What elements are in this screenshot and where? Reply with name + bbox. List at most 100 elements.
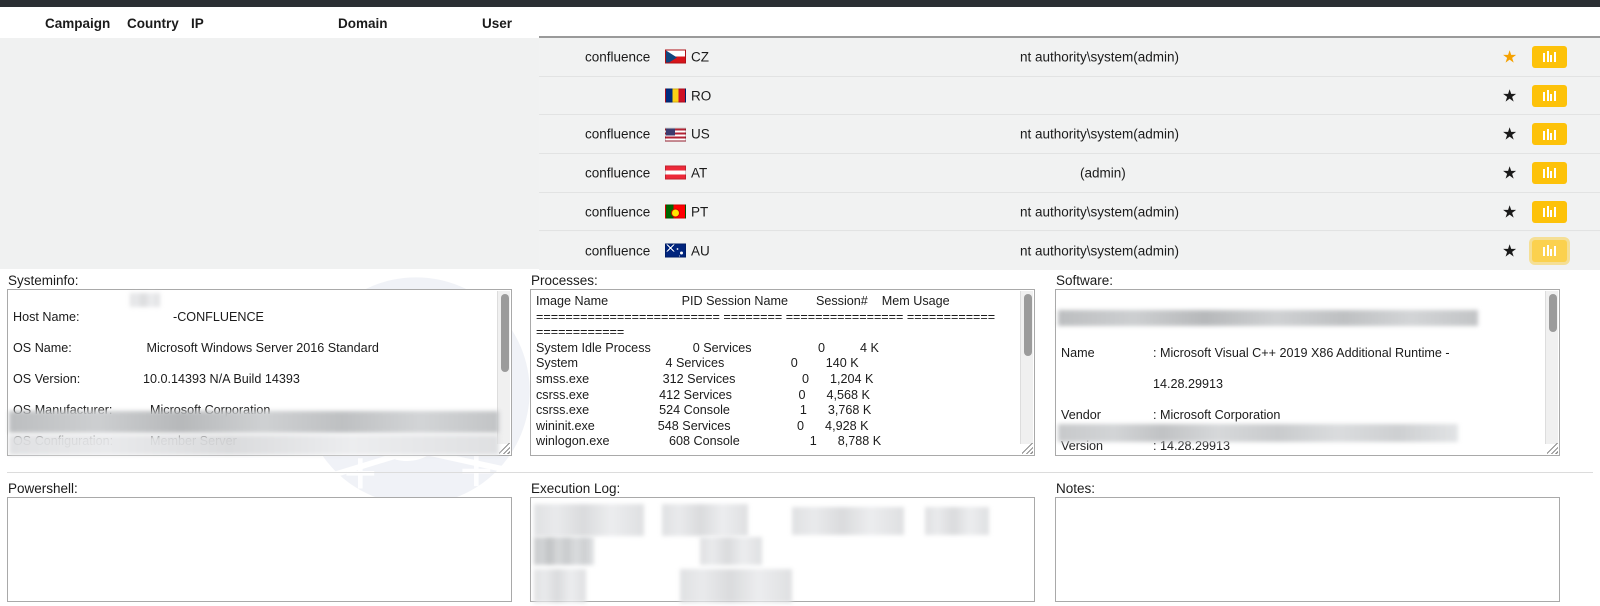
column-header-user[interactable]: User	[482, 16, 512, 31]
cell-country: CZ	[665, 49, 709, 64]
powershell-input[interactable]	[7, 497, 512, 602]
cell-country: RO	[665, 88, 711, 103]
stats-button[interactable]	[1532, 200, 1567, 223]
software-value: : Microsoft Visual C++ 2019 X86 Addition…	[1153, 345, 1450, 360]
flag-au-icon	[665, 243, 686, 258]
cell-country: AU	[665, 243, 710, 258]
bars-icon	[1543, 167, 1556, 179]
table-header-row: Campaign Country IP Domain User	[0, 7, 1600, 36]
column-header-campaign[interactable]: Campaign	[45, 16, 110, 31]
cell-country: US	[665, 127, 710, 142]
cell-user: nt authority\system(admin)	[1020, 126, 1180, 142]
processes-text: Image Name PID Session Name Session# Mem…	[536, 294, 996, 449]
cell-campaign: confluence	[585, 165, 651, 181]
cell-country: AT	[665, 165, 707, 180]
software-value: : Microsoft Corporation	[1153, 407, 1281, 422]
table-row[interactable]: RO ★	[539, 76, 1600, 116]
software-value-cont: 14.28.29913	[1153, 376, 1224, 391]
bars-icon	[1543, 51, 1556, 63]
flag-ro-icon	[665, 88, 686, 103]
processes-box[interactable]: Image Name PID Session Name Session# Mem…	[530, 289, 1035, 456]
redacted-block	[9, 435, 499, 455]
redacted-log	[534, 537, 594, 565]
country-code: CZ	[691, 49, 709, 65]
label-processes: Processes:	[531, 273, 598, 288]
label-notes: Notes:	[1056, 481, 1096, 496]
cell-country: PT	[665, 204, 708, 219]
top-bar	[0, 0, 1600, 7]
bots-table: Campaign Country IP Domain User confluen…	[0, 7, 1600, 271]
processes-scrollbar[interactable]	[1020, 291, 1033, 444]
systeminfo-key: OS Version:	[13, 371, 81, 386]
favorite-star-icon[interactable]: ★	[1502, 242, 1517, 259]
software-line: Name : Microsoft Visual C++ 2019 X86 Addi…	[1061, 346, 1543, 362]
redacted-block	[1058, 424, 1458, 442]
table-row[interactable]: confluence US nt authority\system(admin)…	[539, 115, 1600, 155]
country-code: RO	[691, 88, 712, 104]
label-powershell: Powershell:	[8, 481, 78, 496]
favorite-star-icon[interactable]: ★	[1502, 164, 1517, 181]
resize-handle[interactable]	[1022, 443, 1033, 454]
systeminfo-line: OS Name: Microsoft Windows Server 2016 S…	[13, 341, 495, 357]
bars-icon	[1543, 90, 1556, 102]
country-code: PT	[691, 204, 709, 220]
favorite-star-icon[interactable]: ★	[1502, 87, 1517, 104]
detail-panels: Systeminfo: Host Name: -CONFLUENCE OS Nam…	[0, 269, 1600, 606]
table-body: confluence CZ nt authority\system(admin)…	[0, 38, 1600, 271]
resize-handle[interactable]	[499, 443, 510, 454]
country-code: US	[691, 126, 710, 142]
systeminfo-line: Host Name: -CONFLUENCE	[13, 310, 495, 326]
flag-at-icon	[665, 165, 686, 180]
systeminfo-key: Host Name:	[13, 309, 80, 324]
label-execution-log: Execution Log:	[531, 481, 621, 496]
redacted-log	[925, 507, 989, 535]
cell-campaign: confluence	[585, 204, 651, 220]
cell-user: (admin)	[1080, 165, 1126, 181]
scrollbar-thumb[interactable]	[1024, 294, 1032, 356]
favorite-star-icon[interactable]: ★	[1502, 203, 1517, 220]
systeminfo-line: OS Version: 10.0.14393 N/A Build 14393	[13, 372, 495, 388]
app-root: PRODAFT Campaign Country IP Domain User …	[0, 0, 1600, 606]
software-key: Vendor	[1061, 407, 1101, 422]
stats-button[interactable]	[1532, 123, 1567, 146]
table-row[interactable]: confluence AU nt authority\system(admin)…	[539, 231, 1600, 271]
notes-input[interactable]	[1055, 497, 1560, 602]
cell-user: nt authority\system(admin)	[1020, 204, 1180, 220]
table-row[interactable]: confluence PT nt authority\system(admin)…	[539, 192, 1600, 232]
table-row[interactable]: confluence AT (admin) ★	[539, 154, 1600, 193]
redacted-block	[9, 411, 499, 433]
stats-button[interactable]	[1532, 45, 1567, 68]
systeminfo-value: Microsoft Windows Server 2016 Standard	[143, 340, 379, 355]
software-line-cont: 14.28.29913	[1061, 377, 1543, 393]
favorite-star-icon[interactable]: ★	[1502, 48, 1517, 65]
table-row[interactable]: confluence CZ nt authority\system(admin)…	[539, 38, 1600, 77]
stats-button[interactable]	[1532, 84, 1567, 107]
scrollbar-thumb[interactable]	[501, 294, 509, 372]
scrollbar-thumb[interactable]	[1549, 294, 1557, 332]
label-software: Software:	[1056, 273, 1114, 288]
stats-button[interactable]	[1532, 161, 1567, 184]
resize-handle[interactable]	[1547, 443, 1558, 454]
redacted-log	[680, 569, 792, 603]
label-systeminfo: Systeminfo:	[8, 273, 79, 288]
bars-icon	[1543, 128, 1556, 140]
favorite-star-icon[interactable]: ★	[1502, 126, 1517, 143]
cell-campaign: confluence	[585, 126, 651, 142]
column-header-country[interactable]: Country	[127, 16, 179, 31]
stats-button[interactable]	[1532, 239, 1567, 262]
cell-user: nt authority\system(admin)	[1020, 243, 1180, 259]
cell-campaign: confluence	[585, 243, 651, 259]
redacted-log	[534, 504, 644, 536]
column-header-ip[interactable]: IP	[191, 16, 204, 31]
flag-cz-icon	[665, 49, 686, 64]
section-divider	[7, 472, 1593, 473]
cell-campaign: confluence	[585, 49, 651, 65]
systeminfo-key: OS Name:	[13, 340, 72, 355]
software-scrollbar[interactable]	[1545, 291, 1558, 444]
redacted-hostname	[130, 293, 160, 307]
software-key: Name	[1061, 345, 1095, 360]
column-header-domain[interactable]: Domain	[338, 16, 388, 31]
country-code: AU	[691, 243, 710, 259]
cell-user: nt authority\system(admin)	[1020, 49, 1180, 65]
systeminfo-value: -CONFLUENCE	[173, 309, 264, 324]
